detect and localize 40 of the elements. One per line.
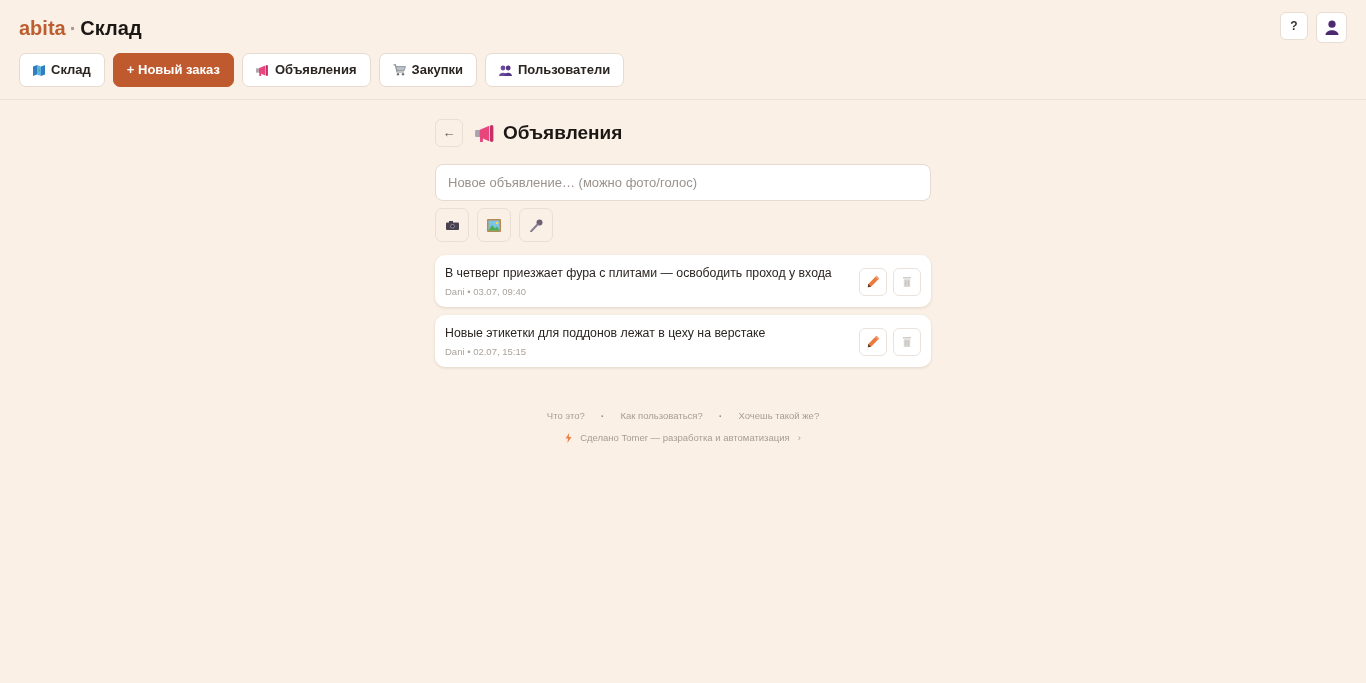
microphone-icon	[529, 218, 543, 232]
help-button[interactable]: ?	[1280, 12, 1308, 40]
delete-button[interactable]	[893, 327, 921, 356]
announcement-text: Новые этикетки для поддонов лежат в цеху на верстаке	[445, 325, 767, 342]
footer-separator: ·	[600, 410, 605, 423]
megaphone-icon	[255, 64, 269, 76]
announcement-input[interactable]: Новое объявление… (можно фото/голос)	[435, 164, 931, 201]
brand-name: abita	[19, 16, 66, 40]
announcement-meta: Dani • 02.07, 15:15	[445, 345, 527, 358]
page-title: Объявления	[503, 121, 623, 145]
image-button[interactable]	[477, 208, 511, 242]
nav-button[interactable]: Объявления	[241, 53, 371, 87]
pencil-icon	[866, 275, 880, 288]
microphone-button[interactable]	[519, 208, 553, 242]
camera-icon	[445, 220, 459, 230]
nav-button[interactable]: Пользователи	[485, 53, 625, 87]
nav-button[interactable]: Склад	[19, 53, 105, 87]
map-icon	[33, 64, 45, 76]
edit-button[interactable]	[859, 327, 887, 356]
cart-icon	[392, 64, 406, 76]
edit-button[interactable]	[859, 267, 887, 296]
back-button[interactable]: ←	[435, 119, 463, 147]
user-icon	[1324, 20, 1339, 35]
camera-button[interactable]	[435, 208, 469, 242]
trash-icon	[903, 336, 911, 347]
announcement-text: В четверг приезжает фура с плитами — освободить проход у входа	[445, 265, 833, 282]
footer-separator: ·	[718, 410, 723, 423]
app-title: Склад	[80, 16, 142, 40]
picture-icon	[487, 218, 501, 232]
people-icon	[499, 64, 512, 76]
nav-button[interactable]: Закупки	[378, 53, 477, 87]
user-button[interactable]	[1316, 12, 1347, 43]
megaphone-icon	[475, 124, 495, 142]
trash-icon	[903, 276, 911, 287]
title-separator: ·	[69, 16, 77, 40]
new-order-button[interactable]: + Новый заказ	[112, 53, 234, 87]
pencil-icon	[866, 335, 880, 348]
lightning-icon	[565, 433, 573, 444]
delete-button[interactable]	[893, 267, 921, 296]
announcement-meta: Dani • 03.07, 09:40	[445, 285, 527, 298]
